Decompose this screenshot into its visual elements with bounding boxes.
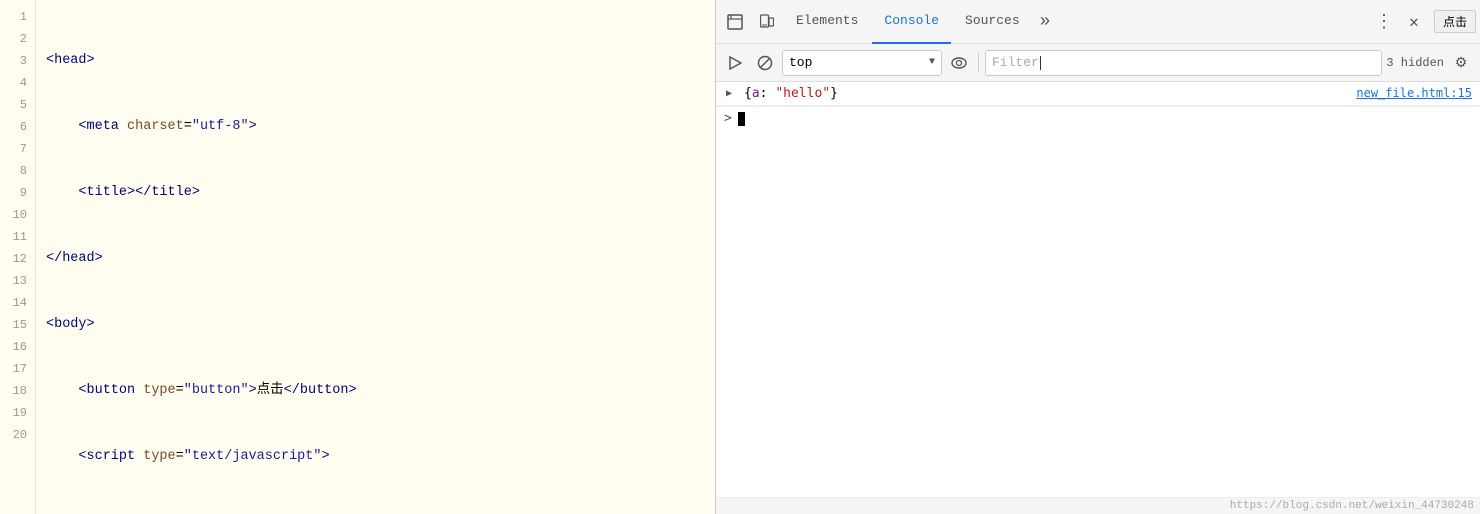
devtools-menu-icon[interactable]: ⋮ — [1370, 8, 1398, 36]
block-button[interactable] — [752, 50, 778, 76]
execute-button[interactable] — [722, 50, 748, 76]
filter-cursor — [1040, 56, 1041, 70]
more-tabs-button[interactable]: » — [1034, 0, 1057, 44]
console-prompt-icon: > — [724, 111, 732, 126]
filter-input[interactable]: Filter — [985, 50, 1382, 76]
file-reference-link[interactable]: new_file.html:15 — [1356, 86, 1472, 100]
devtools-close-button[interactable]: ✕ — [1400, 8, 1428, 36]
tab-sources[interactable]: Sources — [953, 0, 1032, 44]
console-input-line[interactable]: > — [716, 106, 1480, 130]
csdn-link[interactable]: https://blog.csdn.net/weixin_44730248 — [1230, 500, 1474, 512]
devtools-bottom-bar: https://blog.csdn.net/weixin_44730248 — [716, 497, 1480, 514]
line-numbers: 12345 678910 1112131415 1617181920 — [0, 0, 36, 514]
code-editor: 12345 678910 1112131415 1617181920 <head… — [0, 0, 715, 514]
tab-elements[interactable]: Elements — [784, 0, 870, 44]
context-dropdown[interactable]: top ▼ — [782, 50, 942, 76]
hidden-count-badge: 3 hidden — [1386, 56, 1444, 70]
expand-triangle-icon[interactable]: ▶ — [726, 88, 732, 99]
tab-console[interactable]: Console — [872, 0, 951, 44]
console-settings-icon[interactable]: ⚙ — [1448, 50, 1474, 76]
eye-button[interactable] — [946, 50, 972, 76]
toolbar-separator — [978, 53, 979, 73]
code-content: <head> <meta charset="utf-8"> <title></t… — [36, 0, 715, 514]
device-icon[interactable] — [752, 7, 782, 37]
stamp-button[interactable]: 点击 — [1434, 10, 1476, 33]
console-output: ▶ {a: "hello"} new_file.html:15 > — [716, 82, 1480, 497]
console-log-text: {a: "hello"} — [744, 86, 1356, 101]
console-toolbar: top ▼ Filter 3 hidden ⚙ — [716, 44, 1480, 82]
dropdown-arrow-icon: ▼ — [929, 57, 935, 68]
console-log-entry: ▶ {a: "hello"} new_file.html:15 — [716, 82, 1480, 106]
inspect-icon[interactable] — [720, 7, 750, 37]
devtools-panel: Elements Console Sources » ⋮ ✕ 点击 — [715, 0, 1480, 514]
devtools-topbar: Elements Console Sources » ⋮ ✕ 点击 — [716, 0, 1480, 44]
console-cursor — [738, 112, 745, 126]
